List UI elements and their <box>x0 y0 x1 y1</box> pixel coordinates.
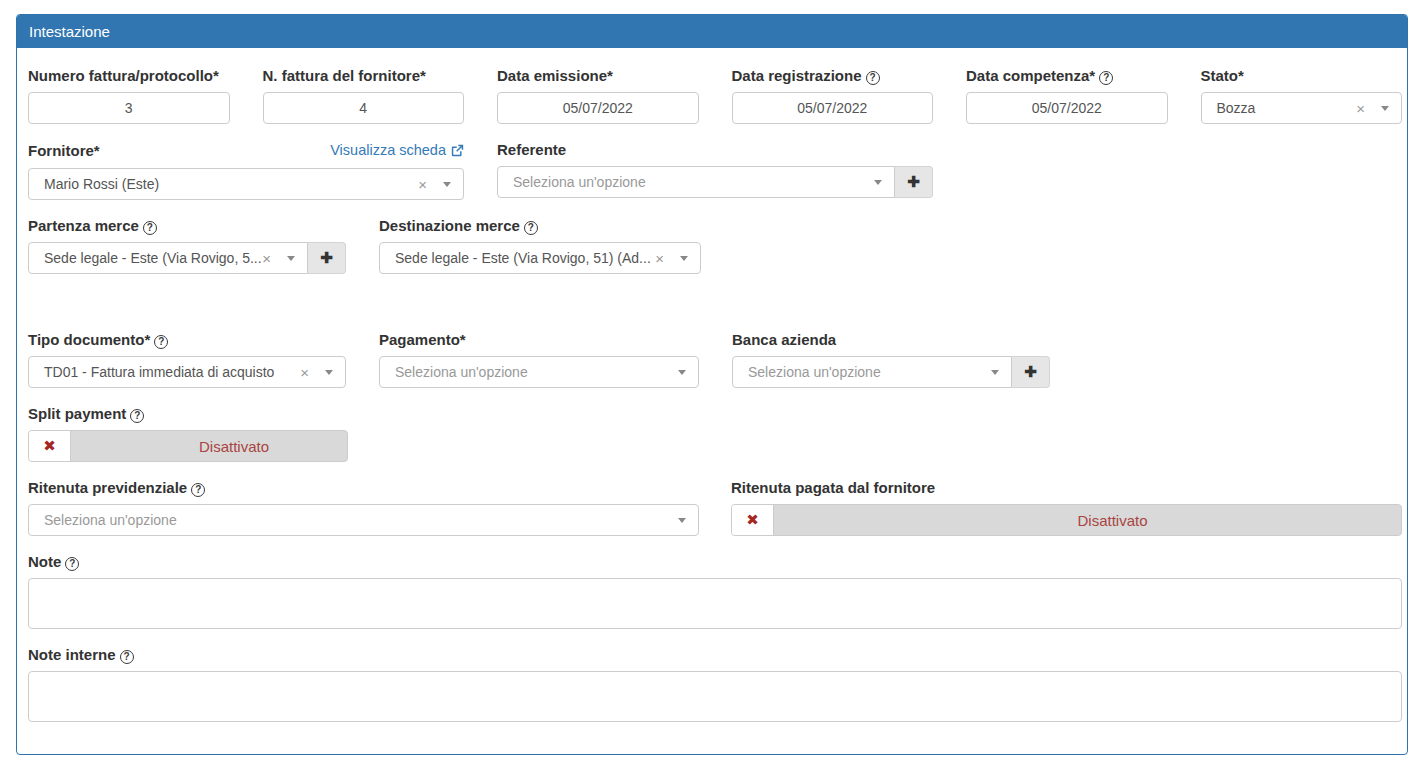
field-referente: Referente Seleziona un'opzione ✚ <box>497 142 933 200</box>
chevron-down-icon <box>678 370 686 375</box>
clear-icon[interactable]: × <box>1356 101 1365 116</box>
field-banca-azienda: Banca azienda Seleziona un'opzione ✚ <box>732 332 1050 388</box>
external-link-icon <box>451 144 464 157</box>
field-pagamento: Pagamento* Seleziona un'opzione <box>379 332 699 388</box>
field-n-fattura-fornitore: N. fattura del fornitore* <box>263 68 465 124</box>
data-registrazione-input[interactable] <box>732 92 934 124</box>
field-tipo-documento: Tipo documento*? TD01 - Fattura immediat… <box>28 332 346 388</box>
clear-icon[interactable]: × <box>655 251 664 266</box>
toggle-off-handle: ✖ <box>29 431 71 461</box>
tipo-documento-select[interactable]: TD01 - Fattura immediata di acquisto × <box>28 356 346 388</box>
chevron-down-icon <box>678 518 686 523</box>
clear-icon[interactable]: × <box>418 177 427 192</box>
tipo-documento-label: Tipo documento*? <box>28 332 346 348</box>
stato-label: Stato* <box>1201 68 1403 84</box>
referente-select[interactable]: Seleziona un'opzione <box>497 166 895 198</box>
n-fattura-fornitore-input[interactable] <box>263 92 465 124</box>
field-ritenuta-previdenziale: Ritenuta previdenziale? Seleziona un'opz… <box>28 480 699 536</box>
help-icon[interactable]: ? <box>866 71 880 85</box>
row-split-payment: Split payment? ✖ Disattivato <box>28 406 1402 462</box>
fornitore-select[interactable]: Mario Rossi (Este) × <box>28 168 464 200</box>
ritenuta-previdenziale-select[interactable]: Seleziona un'opzione <box>28 504 699 536</box>
field-stato: Stato* Bozza × <box>1201 68 1403 124</box>
split-payment-state: Disattivato <box>71 431 347 461</box>
n-fattura-fornitore-label: N. fattura del fornitore* <box>263 68 465 84</box>
pagamento-label: Pagamento* <box>379 332 699 348</box>
row-documento: Tipo documento*? TD01 - Fattura immediat… <box>28 332 1402 388</box>
help-icon[interactable]: ? <box>65 557 79 571</box>
banca-azienda-label: Banca azienda <box>732 332 1050 348</box>
help-icon[interactable]: ? <box>191 483 205 497</box>
chevron-down-icon <box>443 182 451 187</box>
ritenuta-pagata-toggle[interactable]: ✖ Disattivato <box>731 504 1402 536</box>
split-payment-toggle[interactable]: ✖ Disattivato <box>28 430 348 462</box>
partenza-merce-select[interactable]: Sede legale - Este (Via Rovigo, 5... × <box>28 242 308 274</box>
help-icon[interactable]: ? <box>120 650 134 664</box>
chevron-down-icon <box>287 256 295 261</box>
help-icon[interactable]: ? <box>1099 71 1113 85</box>
field-data-competenza: Data competenza*? <box>966 68 1168 124</box>
chevron-down-icon <box>1381 106 1389 111</box>
destinazione-merce-select[interactable]: Sede legale - Este (Via Rovigo, 51) (Ad.… <box>379 242 701 274</box>
plus-icon: ✚ <box>1024 363 1037 381</box>
data-registrazione-label: Data registrazione? <box>732 68 934 84</box>
x-icon: ✖ <box>746 511 759 529</box>
chevron-down-icon <box>325 370 333 375</box>
row-note: Note? <box>28 554 1402 629</box>
stato-select[interactable]: Bozza × <box>1201 92 1403 124</box>
add-referente-button[interactable]: ✚ <box>895 166 933 198</box>
panel-title: Intestazione <box>17 15 1407 48</box>
field-numero-fattura: Numero fattura/protocollo* <box>28 68 230 124</box>
help-icon[interactable]: ? <box>130 409 144 423</box>
x-icon: ✖ <box>43 437 56 455</box>
ritenuta-pagata-state: Disattivato <box>774 505 1401 535</box>
field-data-registrazione: Data registrazione? <box>732 68 934 124</box>
chevron-down-icon <box>874 180 882 185</box>
plus-icon: ✚ <box>320 249 333 267</box>
clear-icon[interactable]: × <box>262 251 271 266</box>
fornitore-label: Fornitore* <box>28 143 100 159</box>
field-destinazione-merce: Destinazione merce? Sede legale - Este (… <box>379 218 701 274</box>
data-emissione-label: Data emissione* <box>497 68 699 84</box>
help-icon[interactable]: ? <box>143 221 157 235</box>
clear-icon[interactable]: × <box>300 365 309 380</box>
panel-body: Numero fattura/protocollo* N. fattura de… <box>17 48 1407 722</box>
data-competenza-label: Data competenza*? <box>966 68 1168 84</box>
add-partenza-merce-button[interactable]: ✚ <box>308 242 346 274</box>
help-icon[interactable]: ? <box>524 221 538 235</box>
field-partenza-merce: Partenza merce? Sede legale - Este (Via … <box>28 218 346 274</box>
intestazione-panel: Intestazione Numero fattura/protocollo* … <box>16 14 1408 755</box>
toggle-off-handle: ✖ <box>732 505 774 535</box>
banca-azienda-select[interactable]: Seleziona un'opzione <box>732 356 1012 388</box>
note-textarea[interactable] <box>28 578 1402 629</box>
add-banca-azienda-button[interactable]: ✚ <box>1012 356 1050 388</box>
row-fornitore: Fornitore* Visualizza scheda Mario Rossi… <box>28 142 1402 200</box>
field-data-emissione: Data emissione* <box>497 68 699 124</box>
row-header-fields: Numero fattura/protocollo* N. fattura de… <box>28 68 1402 124</box>
help-icon[interactable]: ? <box>154 335 168 349</box>
visualizza-scheda-link[interactable]: Visualizza scheda <box>330 142 464 159</box>
pagamento-select[interactable]: Seleziona un'opzione <box>379 356 699 388</box>
row-merce: Partenza merce? Sede legale - Este (Via … <box>28 218 1402 274</box>
note-interne-textarea[interactable] <box>28 671 1402 722</box>
field-ritenuta-pagata: Ritenuta pagata dal fornitore ✖ Disattiv… <box>731 480 1402 536</box>
note-label: Note? <box>28 554 1402 570</box>
split-payment-label: Split payment? <box>28 406 1402 422</box>
numero-fattura-label: Numero fattura/protocollo* <box>28 68 230 84</box>
chevron-down-icon <box>991 370 999 375</box>
referente-label: Referente <box>497 142 933 158</box>
chevron-down-icon <box>680 256 688 261</box>
partenza-merce-label: Partenza merce? <box>28 218 346 234</box>
plus-icon: ✚ <box>907 173 920 191</box>
field-fornitore: Fornitore* Visualizza scheda Mario Rossi… <box>28 142 464 200</box>
note-interne-label: Note interne? <box>28 647 1402 663</box>
ritenuta-pagata-label: Ritenuta pagata dal fornitore <box>731 480 1402 496</box>
destinazione-merce-label: Destinazione merce? <box>379 218 701 234</box>
ritenuta-previdenziale-label: Ritenuta previdenziale? <box>28 480 699 496</box>
row-note-interne: Note interne? <box>28 647 1402 722</box>
data-competenza-input[interactable] <box>966 92 1168 124</box>
row-ritenuta: Ritenuta previdenziale? Seleziona un'opz… <box>28 480 1402 536</box>
data-emissione-input[interactable] <box>497 92 699 124</box>
numero-fattura-input[interactable] <box>28 92 230 124</box>
